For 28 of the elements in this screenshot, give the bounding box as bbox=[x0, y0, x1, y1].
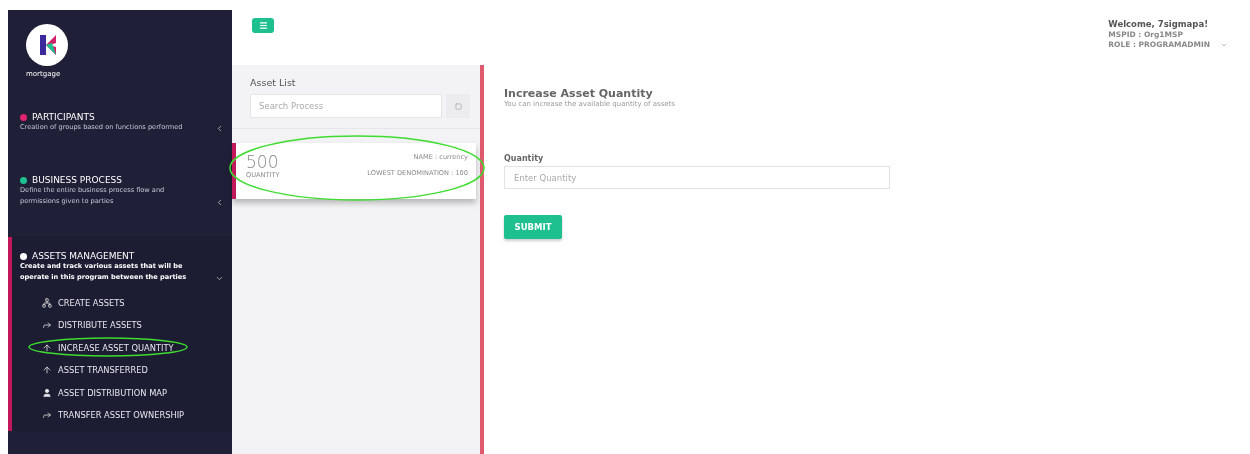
form-title: Increase Asset Quantity bbox=[504, 87, 654, 100]
share-arrow-icon bbox=[42, 410, 52, 421]
section-title[interactable]: ASSETS MANAGEMENT bbox=[32, 251, 135, 261]
panel-title: Asset List bbox=[250, 77, 297, 88]
section-title[interactable]: BUSINESS PROCESS bbox=[32, 175, 122, 185]
welcome-text: Welcome, 7sigmapa! bbox=[1108, 19, 1209, 29]
menu-icon bbox=[258, 21, 268, 30]
quantity-field[interactable]: Enter Quantity bbox=[504, 166, 890, 189]
field-label: Quantity bbox=[504, 154, 545, 163]
cluster-icon bbox=[42, 297, 52, 308]
logo-icon bbox=[26, 24, 68, 66]
nav-item[interactable]: ASSET TRANSFERRED bbox=[42, 360, 224, 380]
nav-item[interactable]: INCREASE ASSET QUANTITY bbox=[42, 338, 224, 358]
user-icon bbox=[42, 387, 52, 398]
quantity-value: 500 bbox=[246, 153, 279, 171]
nav-item[interactable]: ASSET DISTRIBUTION MAP bbox=[42, 383, 224, 403]
nav-item[interactable]: CREATE ASSETS bbox=[42, 293, 224, 313]
chevron-down-icon[interactable] bbox=[215, 274, 224, 283]
nav-section[interactable] bbox=[8, 237, 232, 431]
chevron-left-icon[interactable] bbox=[215, 198, 224, 207]
chevron-left-icon[interactable] bbox=[215, 124, 224, 133]
nav-item[interactable]: DISTRIBUTE ASSETS bbox=[42, 315, 224, 335]
search-field[interactable]: Search Process bbox=[250, 94, 443, 118]
up-arrow-icon bbox=[42, 342, 52, 353]
up-arrow-icon bbox=[42, 365, 52, 376]
share-arrow-icon bbox=[42, 320, 52, 331]
nav-item[interactable]: TRANSFER ASSET OWNERSHIP bbox=[42, 405, 224, 425]
section-title[interactable]: PARTICIPANTS bbox=[32, 112, 95, 122]
